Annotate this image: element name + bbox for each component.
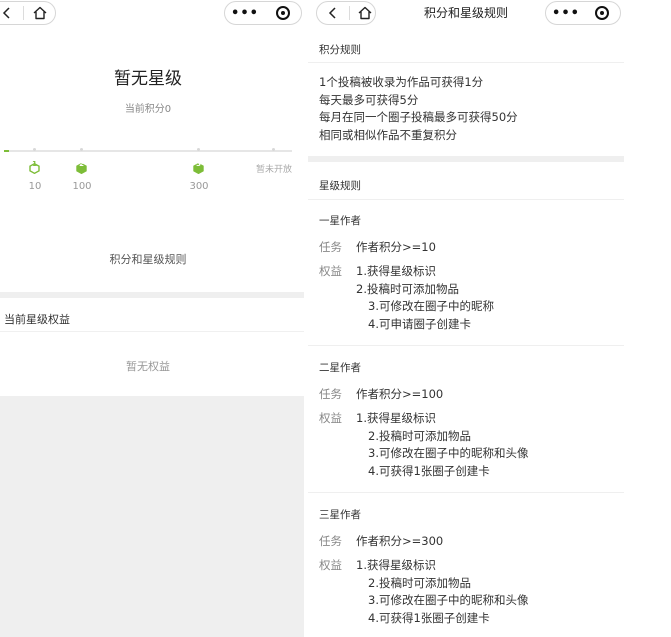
nav-divider: [23, 6, 24, 20]
right-item: 1.获得星级标识: [356, 411, 436, 425]
right-item: 4.可获得1张圈子创建卡: [368, 610, 490, 625]
level-2-badge-icon: 2: [76, 159, 87, 175]
level-2-value: 100: [72, 181, 92, 192]
right-item: 2.投稿时可添加物品: [356, 281, 494, 299]
points-rule-item: 相同或相似作品不重复积分: [319, 127, 457, 142]
points-rules-list: 1个投稿被收录为作品可获得1分 每天最多可获得5分 每月在同一个圈子投稿最多可获…: [319, 74, 518, 144]
more-dots-icon: •••: [552, 5, 580, 21]
section-gap: [0, 292, 304, 298]
points-rule-item: 每天最多可获得5分: [319, 92, 419, 107]
current-benefit-title: 当前星级权益: [4, 313, 70, 326]
close-mini-program-button[interactable]: [273, 3, 293, 23]
star-rules-title: 星级规则: [319, 180, 361, 192]
nav-bar: •••: [0, 0, 304, 26]
rules-link[interactable]: 积分和星级规则: [0, 251, 296, 267]
nav-left-capsule: [0, 1, 56, 25]
current-points: 当前积分0: [124, 104, 172, 115]
progress-tick: [197, 148, 200, 151]
star-1-name: 一星作者: [319, 215, 361, 227]
back-button[interactable]: [0, 3, 17, 23]
right-item: 3.可修改在圈子中的昵称和头像: [368, 593, 529, 607]
right-item: 1.获得星级标识: [356, 264, 436, 278]
right-item: 3.可修改在圈子中的昵称和头像: [368, 446, 529, 460]
task-label: 任务: [319, 534, 342, 548]
target-icon: [595, 6, 609, 20]
rights-label: 权益: [319, 411, 342, 425]
divider: [308, 492, 624, 493]
home-icon: [33, 6, 47, 20]
star-3-task: 作者积分>=300: [356, 534, 444, 548]
chevron-left-icon: [2, 7, 10, 19]
more-button[interactable]: •••: [552, 3, 579, 23]
right-item: 4.可申请圈子创建卡: [368, 316, 471, 331]
right-item-text: 2.投稿时可添加物品: [356, 281, 459, 296]
progress-track: [4, 150, 292, 152]
level-1-value: 10: [28, 181, 42, 192]
star-2-task: 作者积分>=100: [356, 387, 444, 401]
nav-right-capsule: •••: [224, 1, 302, 25]
right-item: 2.投稿时可添加物品: [368, 428, 471, 443]
level-3-value: 300: [189, 181, 209, 192]
home-button[interactable]: [30, 3, 50, 23]
task-label: 任务: [319, 240, 342, 254]
rights-label: 权益: [319, 558, 342, 572]
progress-fill: [4, 150, 9, 152]
divider: [308, 345, 624, 346]
task-label: 任务: [319, 387, 342, 401]
nav-right-capsule: •••: [545, 1, 621, 25]
right-item: 1.获得星级标识: [356, 558, 436, 572]
left-screen: ••• 暂无星级 当前积分0 1 2 3 暂未开放 10 100 300 积分和…: [0, 0, 304, 637]
progress-tick: [80, 148, 83, 151]
divider: [308, 199, 624, 200]
level-closed-label: 暂未开放: [256, 165, 293, 175]
right-screen: 积分和星级规则 ••• 积分规则 1个投稿被收录为作品可获得1分 每天最多可获得…: [308, 0, 624, 637]
rights-label: 权益: [319, 264, 342, 278]
section-gap: [308, 156, 624, 162]
points-rule-item: 1个投稿被收录为作品可获得1分: [319, 75, 484, 89]
no-benefit-text: 暂无权益: [126, 360, 170, 373]
close-mini-program-button[interactable]: [592, 3, 612, 23]
level-3-badge-icon: 3: [193, 159, 204, 175]
nav-bar: 积分和星级规则 •••: [308, 0, 624, 26]
divider: [308, 62, 624, 63]
star-2-name: 二星作者: [319, 362, 361, 374]
points-rules-title: 积分规则: [319, 44, 361, 56]
right-item: 4.可获得1张圈子创建卡: [368, 463, 490, 478]
progress-tick: [33, 148, 36, 151]
star-1-task: 作者积分>=10: [356, 240, 436, 254]
empty-area: [0, 396, 304, 637]
star-3-name: 三星作者: [319, 509, 361, 521]
progress-tick: [272, 148, 275, 151]
star-2-rights: 1.获得星级标识 2.投稿时可添加物品 3.可修改在圈子中的昵称和头像 4.可获…: [356, 410, 528, 480]
target-icon: [276, 6, 290, 20]
right-item: 3.可修改在圈子中的昵称: [368, 299, 494, 313]
more-button[interactable]: •••: [231, 3, 258, 23]
star-1-rights: 1.获得星级标识 2.投稿时可添加物品 3.可修改在圈子中的昵称 4.可申请圈子…: [356, 263, 494, 333]
points-rule-item: 每月在同一个圈子投稿最多可获得50分: [319, 110, 518, 124]
divider: [0, 331, 304, 332]
right-item: 2.投稿时可添加物品: [368, 575, 471, 590]
level-1-badge-icon: 1: [29, 159, 40, 175]
star-level-title: 暂无星级: [114, 69, 182, 89]
more-dots-icon: •••: [231, 5, 259, 21]
star-3-rights: 1.获得星级标识 2.投稿时可添加物品 3.可修改在圈子中的昵称和头像 4.可获…: [356, 557, 528, 627]
